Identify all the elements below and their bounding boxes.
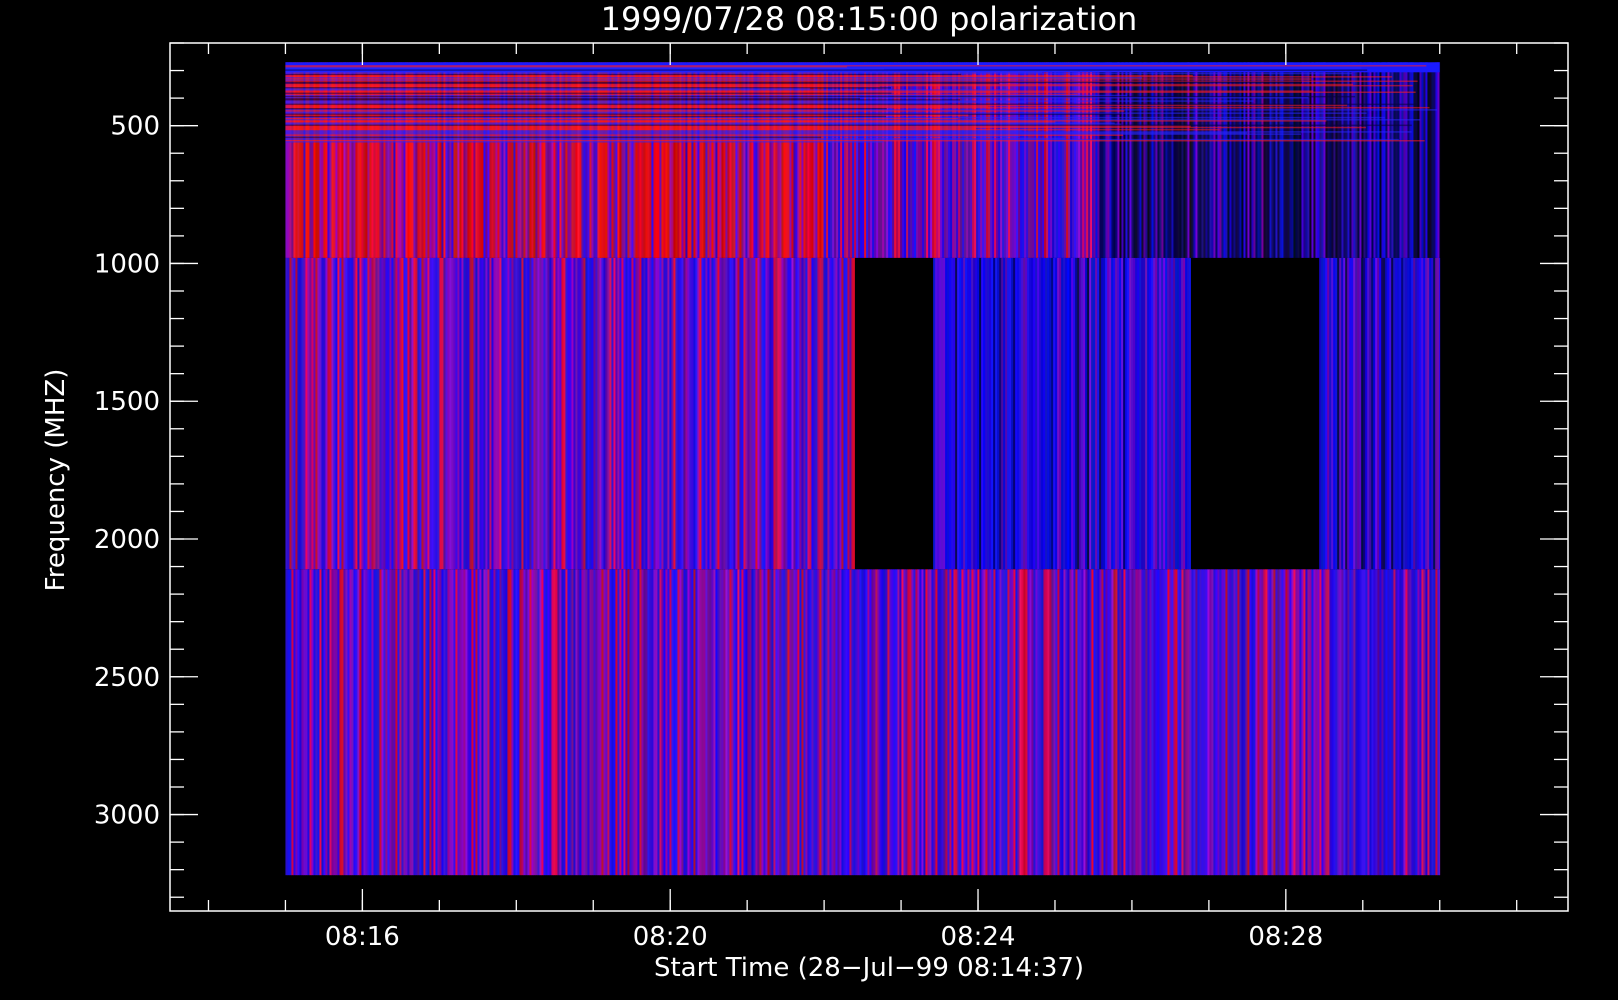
y-axis-label: Frequency (MHZ): [41, 369, 71, 592]
x-tick-label: 08:16: [325, 922, 400, 952]
x-tick-label: 08:24: [941, 922, 1016, 952]
band-segment: [285, 257, 856, 570]
x-tick-label: 08:20: [633, 922, 708, 952]
y-tick-label: 1500: [94, 387, 160, 417]
x-axis-label: Start Time (28−Jul−99 08:14:37): [654, 953, 1084, 983]
y-tick-label: 500: [110, 112, 160, 142]
band-segment: [854, 257, 934, 570]
band-segment: [1190, 257, 1320, 570]
band-mid: [285, 257, 1441, 570]
band-high: [285, 569, 1441, 876]
heatmap-area: [285, 62, 1441, 876]
heat-column: [1439, 62, 1441, 258]
y-tick-label: 2500: [94, 663, 160, 693]
heat-column: [1439, 569, 1441, 876]
y-tick-label: 1000: [94, 249, 160, 279]
polarization-spectrogram: 08:16 08:20 08:24 08:28 500 1000 1500 2000 2500…: [0, 0, 1618, 1000]
heat-column: [1439, 257, 1441, 570]
x-tick-label: 08:28: [1248, 922, 1323, 952]
band-segment: [285, 569, 1441, 876]
y-tick-label: 2000: [94, 525, 160, 555]
chart-title: 1999/07/28 08:15:00 polarization: [601, 0, 1138, 38]
heat-stripe: [285, 141, 884, 143]
no-data-block: [1190, 257, 1320, 570]
band-low: [285, 62, 1441, 258]
no-data-block: [854, 257, 934, 570]
band-segment: [1319, 257, 1441, 570]
band-segment: [933, 257, 1192, 570]
y-tick-label: 3000: [94, 801, 160, 831]
